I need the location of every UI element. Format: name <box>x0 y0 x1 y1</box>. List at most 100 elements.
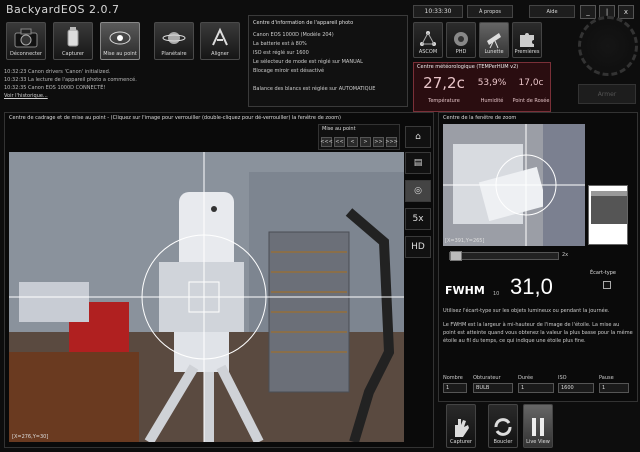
focus-out-small-button[interactable]: > <box>360 137 371 147</box>
monitor-icon: ▤ <box>413 158 423 168</box>
fwhm-description: Utilisez l'écart-type sur les objets lum… <box>443 307 633 345</box>
loop-button-label: Boucler <box>493 439 513 445</box>
phd-button[interactable]: PHD <box>446 22 476 58</box>
iso-label: ISO <box>558 375 567 381</box>
count-input[interactable]: 1 <box>443 383 467 393</box>
humidity-label: Humidité <box>480 98 504 104</box>
camera-icon <box>14 28 38 48</box>
crosshair-icon: ◎ <box>414 186 422 196</box>
crosshair-button[interactable]: ◎ <box>405 180 431 202</box>
fwhm-label: FWHM <box>445 284 485 297</box>
iso-param: ISO 1600 <box>558 375 594 393</box>
loop-button[interactable]: Boucler <box>488 404 518 448</box>
telescope-icon <box>487 33 501 49</box>
fwhm-value: 31,0 <box>510 274 553 299</box>
live-view-scene <box>9 152 404 442</box>
premieres-button[interactable]: Premières <box>512 22 542 58</box>
display-mode-button[interactable]: ▤ <box>405 152 431 174</box>
phd-label: PHD <box>455 49 467 55</box>
app-title: BackyardEOS 2.0.7 <box>6 3 120 16</box>
telescope-label: Lunette <box>484 49 504 55</box>
capture-params: Nombre 1 Obturateur BULB Durée 1 ISO 160… <box>443 375 635 399</box>
about-button[interactable]: À propos <box>467 5 513 18</box>
focus-out-large-button[interactable]: >>> <box>385 137 398 147</box>
info-line <box>253 76 403 85</box>
focus-in-medium-button[interactable]: << <box>334 137 345 147</box>
ecart-type-label: Écart-type <box>590 270 616 276</box>
live-view-coords: [X=276,Y=30] <box>12 434 49 440</box>
camera-info-panel: Centre d'information de l'appareil photo… <box>248 15 408 107</box>
info-line: Le sélecteur de mode est réglé sur MANUA… <box>253 59 363 65</box>
align-tool-button[interactable]: Aligner <box>200 22 240 60</box>
live-view-image[interactable]: [X=276,Y=30] <box>9 152 404 442</box>
shutter-param: Obturateur BULB <box>473 375 513 393</box>
capture-button-label: Capturer <box>450 439 472 445</box>
zoom-slider-value: 2x <box>562 252 569 258</box>
fwhm-sub-label: 10 <box>493 291 500 297</box>
planetary-tool-label: Planétaire <box>161 51 187 57</box>
pause-icon <box>532 418 544 436</box>
shutter-label: Obturateur <box>473 375 501 381</box>
help-button[interactable]: Aide <box>529 5 575 18</box>
zoom-slider[interactable] <box>449 251 559 261</box>
intervalometer-dial[interactable] <box>578 16 638 76</box>
fwhm-graph <box>588 185 628 245</box>
duration-label: Durée <box>518 375 534 381</box>
ascom-label: ASCOM <box>418 49 438 55</box>
ecart-type-checkbox[interactable] <box>603 281 611 289</box>
shutter-select[interactable]: BULB <box>473 383 513 393</box>
film-roll-icon <box>67 27 79 47</box>
temperature-value: 27,2c <box>423 74 465 92</box>
zoom-coords: [X=391,Y=265] <box>445 238 485 244</box>
event-log: 10:32:23 Canon drivers 'Canon' initializ… <box>4 68 244 100</box>
telescope-button[interactable]: Lunette <box>479 22 509 58</box>
arm-button[interactable]: Armer <box>578 84 636 104</box>
info-line: Canon EOS 1000D (Modèle 204) <box>253 32 334 38</box>
capture-button[interactable]: Capturer <box>446 404 476 448</box>
ascom-button[interactable]: ASCOM <box>413 22 443 58</box>
close-button[interactable]: x <box>618 5 634 19</box>
info-panel-title: Centre d'information de l'appareil photo <box>253 20 354 26</box>
dewpoint-label: Point de Rosée <box>512 98 550 104</box>
focus-in-small-button[interactable]: < <box>347 137 358 147</box>
zoom-5x-button[interactable]: 5x <box>405 208 431 230</box>
expand-view-button[interactable]: ⌂ <box>405 126 431 148</box>
planet-icon <box>162 32 186 44</box>
planetary-tool-button[interactable]: Planétaire <box>154 22 194 60</box>
focus-in-large-button[interactable]: <<< <box>320 137 333 147</box>
minimize-button[interactable]: _ <box>580 5 596 19</box>
count-param: Nombre 1 <box>443 375 467 393</box>
align-icon <box>212 27 228 46</box>
description-paragraph: Le FWHM est la largeur à mi-hauteur de l… <box>443 322 633 344</box>
count-label: Nombre <box>443 375 463 381</box>
hand-icon <box>455 419 469 437</box>
focus-out-medium-button[interactable]: >> <box>373 137 384 147</box>
history-link[interactable]: Voir l'historique... <box>4 93 48 99</box>
hd-button[interactable]: HD <box>405 236 431 258</box>
focus-tool-label: Mise au point <box>103 51 137 57</box>
align-tool-label: Aligner <box>211 51 229 57</box>
temperature-label: Température <box>428 98 460 104</box>
pause-label: Pause <box>599 375 614 381</box>
pause-input[interactable]: 1 <box>599 383 629 393</box>
phd-icon <box>454 32 468 46</box>
framing-title: Centre de cadrage et de mise au point - … <box>9 115 341 121</box>
info-line: La batterie est à 80% <box>253 41 307 47</box>
iso-select[interactable]: 1600 <box>558 383 594 393</box>
zoom-panel-title: Centre de la fenêtre de zoom <box>443 115 517 121</box>
log-line: 10:32:35 Canon EOS 1000D CONNECTÉ! <box>4 85 106 91</box>
weather-panel: Centre météorologique (TEMPerHUM v2) 27,… <box>413 62 551 112</box>
live-view-button[interactable]: Live View <box>523 404 553 448</box>
clock: 10:33:30 <box>413 5 463 18</box>
info-line: Balance des blancs est réglée sur AUTOMA… <box>253 86 376 92</box>
focus-tool-button[interactable]: Mise au point <box>100 22 140 60</box>
humidity-value: 53,9% <box>477 78 507 88</box>
zoom-image[interactable]: [X=391,Y=265] <box>443 124 585 246</box>
duration-input[interactable]: 1 <box>518 383 554 393</box>
focus-control-title: Mise au point <box>322 126 356 132</box>
disconnect-button[interactable]: Déconnecter <box>6 22 46 60</box>
zoom-slider-thumb[interactable] <box>450 251 462 261</box>
puzzle-icon <box>520 33 534 47</box>
capture-tool-button[interactable]: Capturer <box>53 22 93 60</box>
live-view-button-label: Live View <box>526 439 550 445</box>
